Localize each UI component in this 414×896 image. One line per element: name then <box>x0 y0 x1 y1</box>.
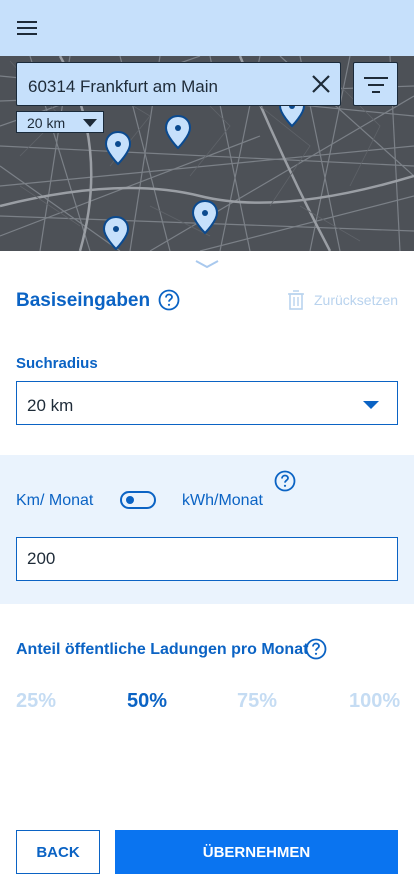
search-radius-value: 20 km <box>27 396 74 415</box>
help-icon[interactable] <box>305 638 327 660</box>
caret-down-icon <box>363 401 379 409</box>
chevron-down-icon[interactable] <box>194 259 220 269</box>
share-option-100[interactable]: 100% <box>349 690 400 713</box>
map-pin-icon[interactable] <box>164 114 192 150</box>
close-icon[interactable] <box>310 73 332 95</box>
section-title: Basiseingaben <box>16 290 151 311</box>
public-charging-share-label: Anteil öffentliche Ladungen pro Monat <box>16 641 309 658</box>
map-radius-value: 20 km <box>27 115 66 131</box>
apply-button[interactable]: ÜBERNEHMEN <box>115 830 398 874</box>
toggle-knob <box>126 496 134 504</box>
location-search-input[interactable]: 60314 Frankfurt am Main <box>16 62 341 106</box>
map-pin-icon[interactable] <box>191 199 219 235</box>
search-radius-label: Suchradius <box>16 355 98 372</box>
hamburger-icon[interactable] <box>16 18 40 38</box>
help-icon[interactable] <box>274 470 296 492</box>
share-option-75[interactable]: 75% <box>237 690 277 713</box>
help-icon[interactable] <box>158 289 180 311</box>
location-search-value: 60314 Frankfurt am Main <box>28 77 218 96</box>
trash-icon <box>288 290 304 310</box>
consumption-panel <box>0 455 414 604</box>
map-radius-dropdown[interactable]: 20 km <box>16 111 104 133</box>
filter-button[interactable] <box>353 62 398 106</box>
map-pin-icon[interactable] <box>102 215 130 251</box>
km-per-month-label: Km/ Monat <box>16 492 94 509</box>
filter-icon <box>364 77 388 93</box>
kwh-per-month-label: kWh/Monat <box>182 492 263 509</box>
map-pin-icon[interactable] <box>104 130 132 166</box>
reset-label: Zurücksetzen <box>314 292 399 308</box>
app-header <box>0 0 414 56</box>
share-option-25[interactable]: 25% <box>16 690 56 713</box>
back-button[interactable]: BACK <box>16 830 100 874</box>
search-radius-select[interactable]: 20 km <box>16 381 398 425</box>
caret-down-icon <box>83 119 97 127</box>
unit-toggle[interactable] <box>120 491 156 509</box>
share-option-50[interactable]: 50% <box>127 690 167 713</box>
monthly-value-input[interactable] <box>16 537 398 581</box>
